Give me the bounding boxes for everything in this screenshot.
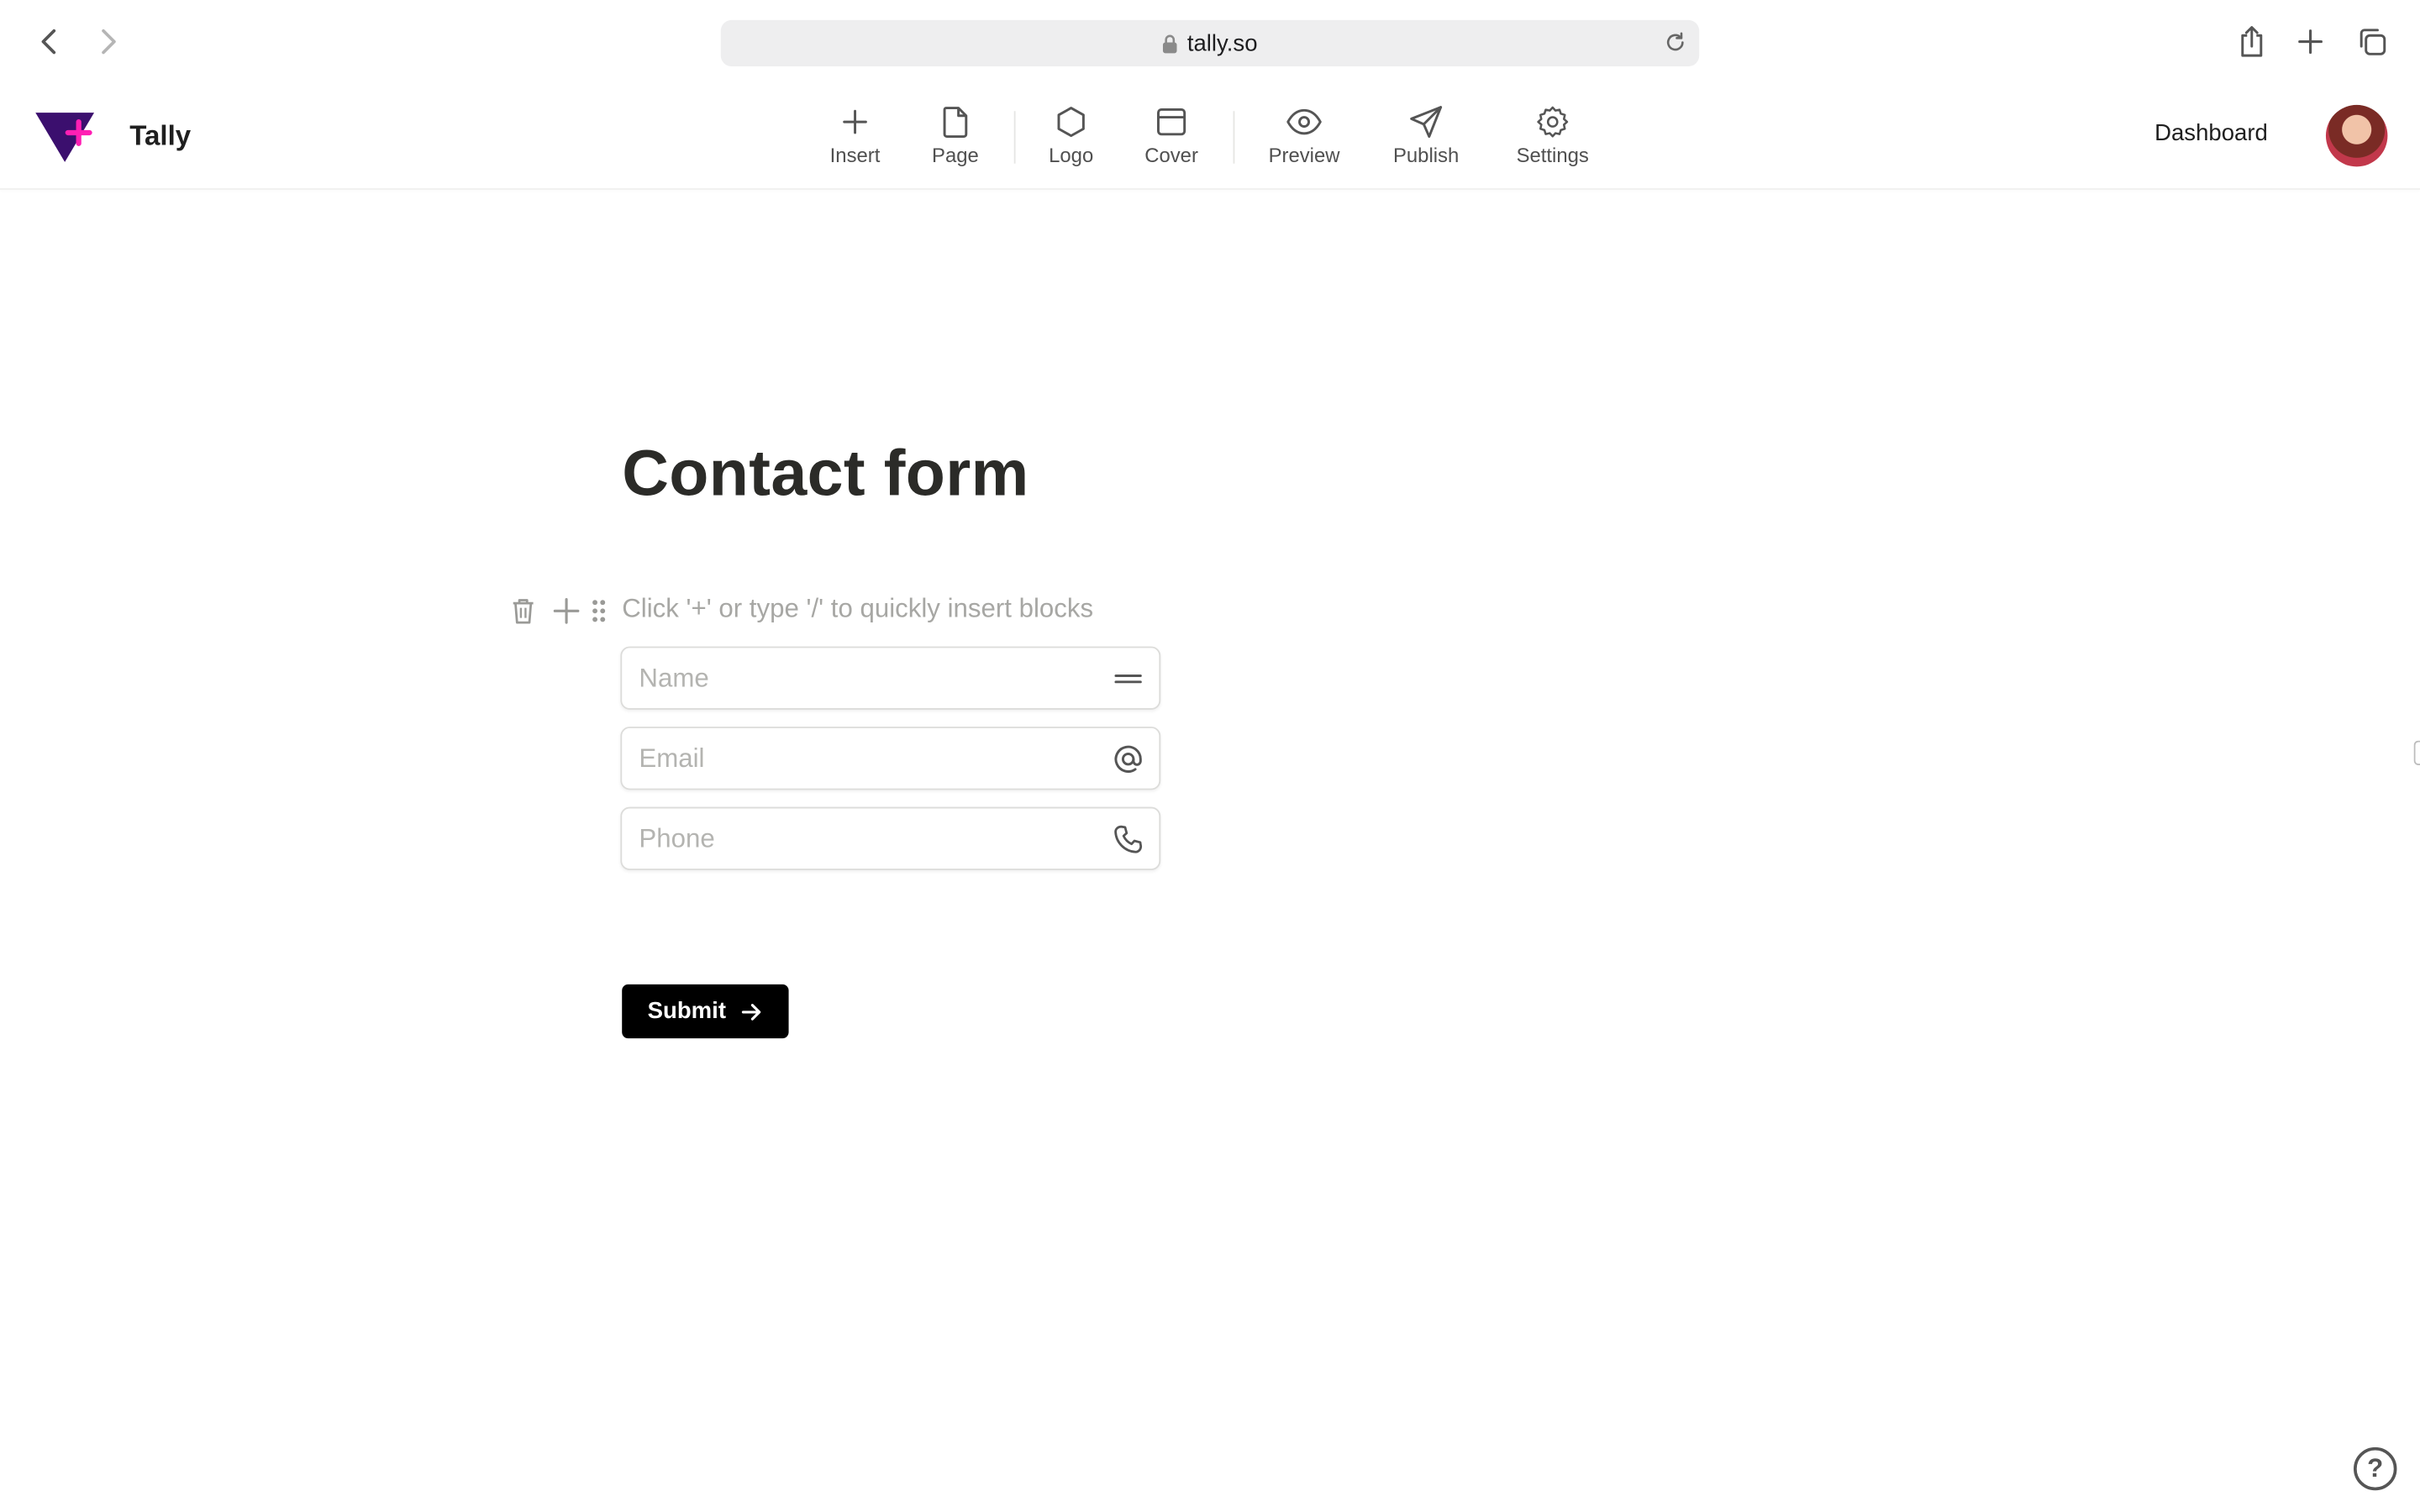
- app-name: Tally: [129, 119, 192, 151]
- lock-icon: [1162, 33, 1177, 53]
- phone-input[interactable]: [639, 808, 1087, 869]
- arrow-right-icon: [741, 1000, 763, 1022]
- chevron-right-icon: [102, 29, 116, 55]
- tabs-overview-button[interactable]: [2352, 22, 2392, 62]
- settings-label: Settings: [1516, 143, 1589, 167]
- name-input[interactable]: [639, 648, 1087, 709]
- avatar[interactable]: [2325, 104, 2388, 167]
- email-field[interactable]: [620, 727, 1161, 790]
- page-button[interactable]: Page: [906, 102, 1005, 172]
- toolbar-divider: [1233, 111, 1235, 164]
- forward-button[interactable]: [88, 22, 129, 62]
- hexagon-icon: [1054, 102, 1087, 142]
- side-panel-handle[interactable]: [2413, 740, 2420, 766]
- name-field[interactable]: [620, 646, 1161, 710]
- submit-button[interactable]: Submit: [622, 984, 789, 1039]
- page-label: Page: [932, 143, 979, 167]
- chevron-left-icon: [41, 29, 56, 55]
- logo-label: Logo: [1049, 143, 1094, 167]
- plus-icon: [839, 102, 871, 142]
- submit-label: Submit: [647, 998, 727, 1025]
- dashboard-link[interactable]: Dashboard: [2154, 120, 2268, 146]
- gear-icon: [1536, 102, 1570, 142]
- phone-icon: [1113, 824, 1144, 855]
- reload-icon[interactable]: [1664, 31, 1687, 55]
- publish-label: Publish: [1392, 143, 1460, 167]
- block-tools: [506, 594, 609, 627]
- insert-blocks-hint[interactable]: Click '+' or type '/' to quickly insert …: [622, 594, 1093, 625]
- short-text-icon: [1113, 664, 1144, 695]
- drag-handle-icon[interactable]: [588, 594, 610, 627]
- tabs-icon: [2360, 29, 2386, 55]
- logo-button[interactable]: Logo: [1022, 102, 1121, 172]
- preview-button[interactable]: Preview: [1255, 102, 1354, 172]
- plus-icon: [2298, 29, 2323, 55]
- at-icon: [1113, 743, 1144, 774]
- app-header: Tally Insert Page Logo Cover Preview Pub…: [0, 86, 2420, 190]
- cover-icon: [1155, 102, 1188, 142]
- email-input[interactable]: [639, 727, 1087, 789]
- form-title[interactable]: Contact form: [622, 437, 1028, 511]
- back-button[interactable]: [29, 22, 70, 62]
- trash-icon[interactable]: [506, 594, 539, 627]
- cover-button[interactable]: Cover: [1122, 102, 1221, 172]
- brand[interactable]: Tally: [34, 108, 191, 164]
- insert-button[interactable]: Insert: [806, 102, 905, 172]
- eye-icon: [1286, 102, 1323, 142]
- toolbar-divider: [1013, 111, 1016, 164]
- add-block-icon[interactable]: [550, 594, 583, 627]
- help-button[interactable]: ?: [2354, 1446, 2397, 1491]
- page-icon: [941, 102, 969, 142]
- new-tab-button[interactable]: [2291, 22, 2331, 62]
- preview-label: Preview: [1268, 143, 1340, 167]
- insert-label: Insert: [829, 143, 881, 167]
- tally-logo-icon: [35, 113, 95, 162]
- publish-button[interactable]: Publish: [1376, 102, 1476, 172]
- phone-field[interactable]: [620, 806, 1161, 870]
- url-text: tally.so: [1186, 29, 1258, 57]
- browser-toolbar: tally.so: [0, 0, 2420, 87]
- help-label: ?: [2367, 1453, 2384, 1483]
- settings-button[interactable]: Settings: [1503, 102, 1602, 172]
- cover-label: Cover: [1144, 143, 1198, 167]
- address-bar[interactable]: tally.so: [720, 19, 1700, 66]
- share-icon: [2241, 26, 2263, 57]
- share-button[interactable]: [2232, 22, 2272, 62]
- send-icon: [1409, 102, 1443, 142]
